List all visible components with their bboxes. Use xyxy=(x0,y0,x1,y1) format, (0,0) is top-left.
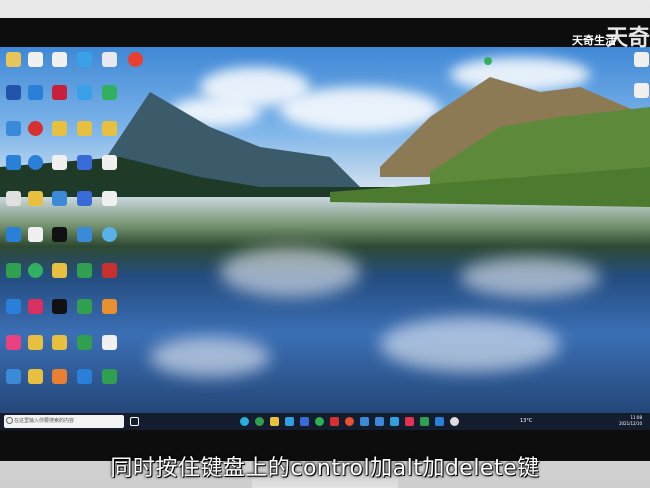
desktop-icon[interactable] xyxy=(634,83,649,98)
video-frame: 在这里输入你要搜索的内容 13°C 11:08 2021/12/10 天奇 天奇… xyxy=(0,0,650,488)
app-icon[interactable] xyxy=(435,417,444,426)
desktop-icon[interactable] xyxy=(52,369,67,384)
desktop-icon[interactable] xyxy=(102,155,117,170)
desktop-icon[interactable] xyxy=(77,52,92,67)
desktop-icon[interactable] xyxy=(6,227,21,242)
desktop-icon[interactable] xyxy=(77,227,92,242)
weather-label: 13°C xyxy=(520,418,533,424)
desktop-icon[interactable] xyxy=(102,85,117,100)
desktop-icon[interactable] xyxy=(28,335,43,350)
app-icon[interactable] xyxy=(270,417,279,426)
desktop-icon[interactable] xyxy=(6,155,21,170)
desktop-icon[interactable] xyxy=(128,52,143,67)
desktop-icon[interactable] xyxy=(77,335,92,350)
taskbar-search-input[interactable]: 在这里输入你要搜索的内容 xyxy=(4,415,124,428)
desktop-icon[interactable] xyxy=(102,227,117,242)
settings-icon[interactable] xyxy=(450,417,459,426)
desktop-icon[interactable] xyxy=(6,52,21,67)
desktop-icon[interactable] xyxy=(28,85,43,100)
wechat-icon[interactable] xyxy=(315,417,324,426)
desktop-icon[interactable] xyxy=(77,299,92,314)
app-icon[interactable] xyxy=(390,417,399,426)
tree-icon xyxy=(484,57,492,65)
mountains-graphic xyxy=(0,77,650,207)
desktop-icon[interactable] xyxy=(102,299,117,314)
app-icon[interactable] xyxy=(360,417,369,426)
task-view-icon[interactable] xyxy=(130,417,139,426)
desktop-icon[interactable] xyxy=(28,155,43,170)
desktop-icon[interactable] xyxy=(52,191,67,206)
desktop-icon[interactable] xyxy=(77,191,92,206)
desktop-icon[interactable] xyxy=(6,121,21,136)
app-icon[interactable] xyxy=(255,417,264,426)
video-subtitle: 同时按住键盘上的control加alt加delete键 xyxy=(110,456,540,481)
desktop-icon[interactable] xyxy=(28,227,43,242)
desktop-icon[interactable] xyxy=(6,335,21,350)
desktop-icon[interactable] xyxy=(52,121,67,136)
desktop-icon[interactable] xyxy=(77,263,92,278)
watermark-brand: 天奇生活 xyxy=(572,34,616,47)
desktop-icon[interactable] xyxy=(28,299,43,314)
app-icon[interactable] xyxy=(420,417,429,426)
edge-icon[interactable] xyxy=(240,417,249,426)
app-icon[interactable] xyxy=(300,417,309,426)
desktop-icon[interactable] xyxy=(102,369,117,384)
desktop-icon[interactable] xyxy=(102,263,117,278)
desktop-icon[interactable] xyxy=(52,52,67,67)
desktop-icon[interactable] xyxy=(52,155,67,170)
desktop-icon[interactable] xyxy=(102,335,117,350)
desktop-icon[interactable] xyxy=(77,369,92,384)
desktop-icon[interactable] xyxy=(52,335,67,350)
desktop-screen: 在这里输入你要搜索的内容 13°C 11:08 2021/12/10 xyxy=(0,47,650,430)
desktop-icon[interactable] xyxy=(6,263,21,278)
app-icon[interactable] xyxy=(285,417,294,426)
desktop-icon[interactable] xyxy=(102,52,117,67)
word-icon[interactable] xyxy=(330,417,339,426)
desktop-icon[interactable] xyxy=(28,263,43,278)
desktop-icon[interactable] xyxy=(6,299,21,314)
search-icon xyxy=(6,417,13,424)
desktop-icon[interactable] xyxy=(52,299,67,314)
desktop-icon[interactable] xyxy=(28,121,43,136)
desktop-icon[interactable] xyxy=(6,369,21,384)
desktop-icon[interactable] xyxy=(102,191,117,206)
desktop-icon[interactable] xyxy=(28,191,43,206)
taskbar: 在这里输入你要搜索的内容 13°C 11:08 2021/12/10 xyxy=(0,413,650,430)
desktop-icon[interactable] xyxy=(52,85,67,100)
desktop-icon[interactable] xyxy=(28,52,43,67)
desktop-icon[interactable] xyxy=(77,155,92,170)
desktop-icon[interactable] xyxy=(28,369,43,384)
desktop-icon[interactable] xyxy=(77,85,92,100)
desktop-icon[interactable] xyxy=(52,263,67,278)
desktop-icon[interactable] xyxy=(52,227,67,242)
desktop-icon[interactable] xyxy=(634,52,649,67)
desktop-icon[interactable] xyxy=(77,121,92,136)
desktop-icon[interactable] xyxy=(102,121,117,136)
desktop-icon[interactable] xyxy=(6,85,21,100)
desktop-icon[interactable] xyxy=(6,191,21,206)
clock-date: 2021/12/10 xyxy=(618,421,642,426)
app-icon[interactable] xyxy=(405,417,414,426)
taskbar-clock[interactable]: 11:08 2021/12/10 xyxy=(619,415,642,427)
app-icon[interactable] xyxy=(345,417,354,426)
app-icon[interactable] xyxy=(375,417,384,426)
